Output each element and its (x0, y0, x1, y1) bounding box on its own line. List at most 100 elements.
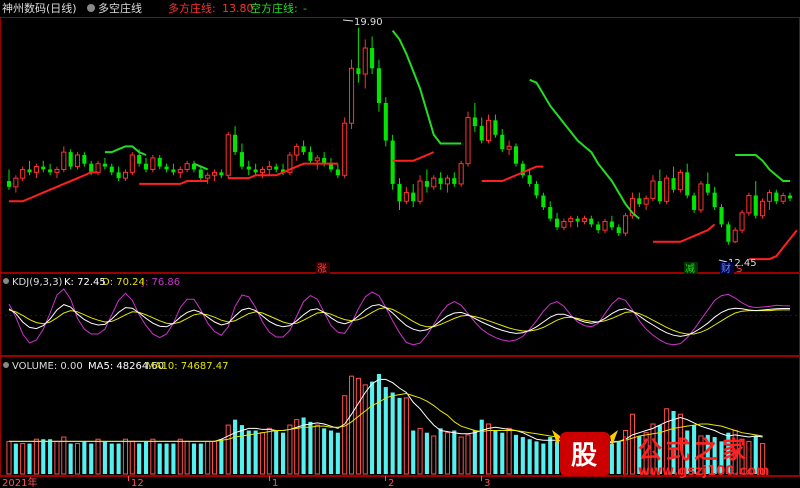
candle-body (211, 171, 218, 176)
candle-body (89, 163, 94, 173)
volume-bar (13, 443, 18, 474)
volume-bar (239, 425, 244, 474)
watermark-url: www.gszj100.com (638, 464, 769, 479)
candle-body (753, 195, 758, 216)
candle-body (650, 180, 656, 199)
candle-body (314, 157, 320, 162)
volume-bar (465, 434, 471, 475)
volume-bar (328, 430, 334, 474)
candle-body (452, 178, 457, 184)
volume-settings-icon[interactable] (3, 362, 9, 368)
volume-bar (520, 437, 525, 474)
volume-bar (444, 432, 451, 475)
candle-body (184, 163, 190, 170)
volume-bar (506, 427, 512, 475)
settings-dot-icon[interactable] (87, 4, 95, 12)
volume-bar (403, 397, 409, 475)
candle-body (444, 177, 451, 185)
volume-bar (472, 430, 477, 474)
volume-bar (609, 443, 614, 474)
volume-bar (438, 428, 443, 474)
candle-body (383, 102, 388, 141)
volume-bar (314, 424, 320, 475)
candle-body (424, 181, 429, 187)
candle-body (486, 119, 492, 142)
candle-body (74, 154, 81, 168)
candle-body (541, 195, 546, 208)
volume-bar (122, 438, 129, 475)
watermark-brand: 公式之家 (638, 436, 750, 464)
short-line-label: 空方庄线: (250, 1, 298, 15)
short-line-segment (104, 145, 147, 156)
volume-bar (33, 438, 39, 475)
volume-bar (191, 443, 197, 474)
volume-bar (513, 434, 519, 474)
volume-bar (355, 377, 361, 475)
candle-body (109, 166, 114, 173)
kdj-k-line (8, 304, 790, 337)
candle-body (150, 157, 156, 170)
volume-bar (280, 432, 286, 474)
x-axis: 2021年 12 1 2 3 (2, 476, 490, 488)
x-tick-label: 1 (272, 478, 278, 488)
candle-body (205, 174, 211, 179)
candle-body (671, 178, 676, 190)
candle-body (376, 68, 382, 103)
volume-bar (479, 419, 484, 474)
candle-body (677, 171, 683, 191)
x-tick-label: 3 (484, 478, 490, 488)
kdj-title: KDJ(9,3,3) (12, 277, 63, 288)
candle-body (637, 198, 642, 205)
stock-chart[interactable]: 神州数码(日线) 多空庄线 多方庄线: 13.80 空方庄线: - 19.90 … (0, 0, 800, 488)
x-tick-label: 2 (388, 478, 394, 488)
volume-bar (555, 441, 560, 474)
candle-body (705, 183, 710, 193)
candle-body (698, 183, 704, 211)
long-line-segment (139, 180, 208, 185)
volume-bar (458, 436, 464, 475)
volume-bar (411, 430, 416, 474)
candle-body (664, 177, 670, 202)
volume-bar (211, 440, 218, 475)
volume-bar (177, 438, 183, 475)
zhang-marker: 涨 (317, 263, 327, 275)
candle-body (596, 224, 601, 231)
candle-body (712, 192, 717, 208)
candle-body (164, 166, 169, 170)
candle-body (643, 197, 649, 205)
volume-bar (616, 441, 621, 474)
candle-body (493, 120, 498, 135)
watermark-logo-char: 股 (571, 441, 597, 471)
candle-body (568, 218, 574, 223)
candle-body (602, 221, 608, 231)
candle-body (335, 169, 340, 176)
candle-body (739, 212, 745, 231)
volume-bar (383, 387, 388, 474)
candle-body (225, 134, 231, 176)
x-tick-label: 2021年 (2, 476, 37, 488)
volume-bar (246, 430, 251, 474)
candle-body (766, 192, 773, 202)
long-line-segment (392, 151, 435, 162)
volume-bar (184, 440, 190, 475)
short-line-segment (529, 78, 640, 220)
candle-body (308, 152, 313, 161)
candle-body (431, 177, 437, 188)
volume-bar (335, 432, 340, 474)
volume-title: VOLUME: 0.00 (12, 361, 83, 372)
candle-body (616, 227, 621, 234)
volume-bar (348, 375, 355, 475)
candle-body (534, 183, 539, 196)
candle-body (246, 166, 251, 170)
candle-body (527, 175, 532, 184)
candle-body (390, 140, 395, 184)
candle-body (506, 145, 512, 150)
volume-bar (527, 439, 532, 474)
kdj-k-value: K: 72.45 (64, 277, 106, 288)
candle-body (266, 166, 272, 170)
volume-bar (266, 427, 272, 475)
candle-body (575, 218, 580, 222)
kdj-settings-icon[interactable] (3, 278, 9, 284)
volume-bar (205, 440, 211, 475)
candle-body (458, 163, 464, 185)
